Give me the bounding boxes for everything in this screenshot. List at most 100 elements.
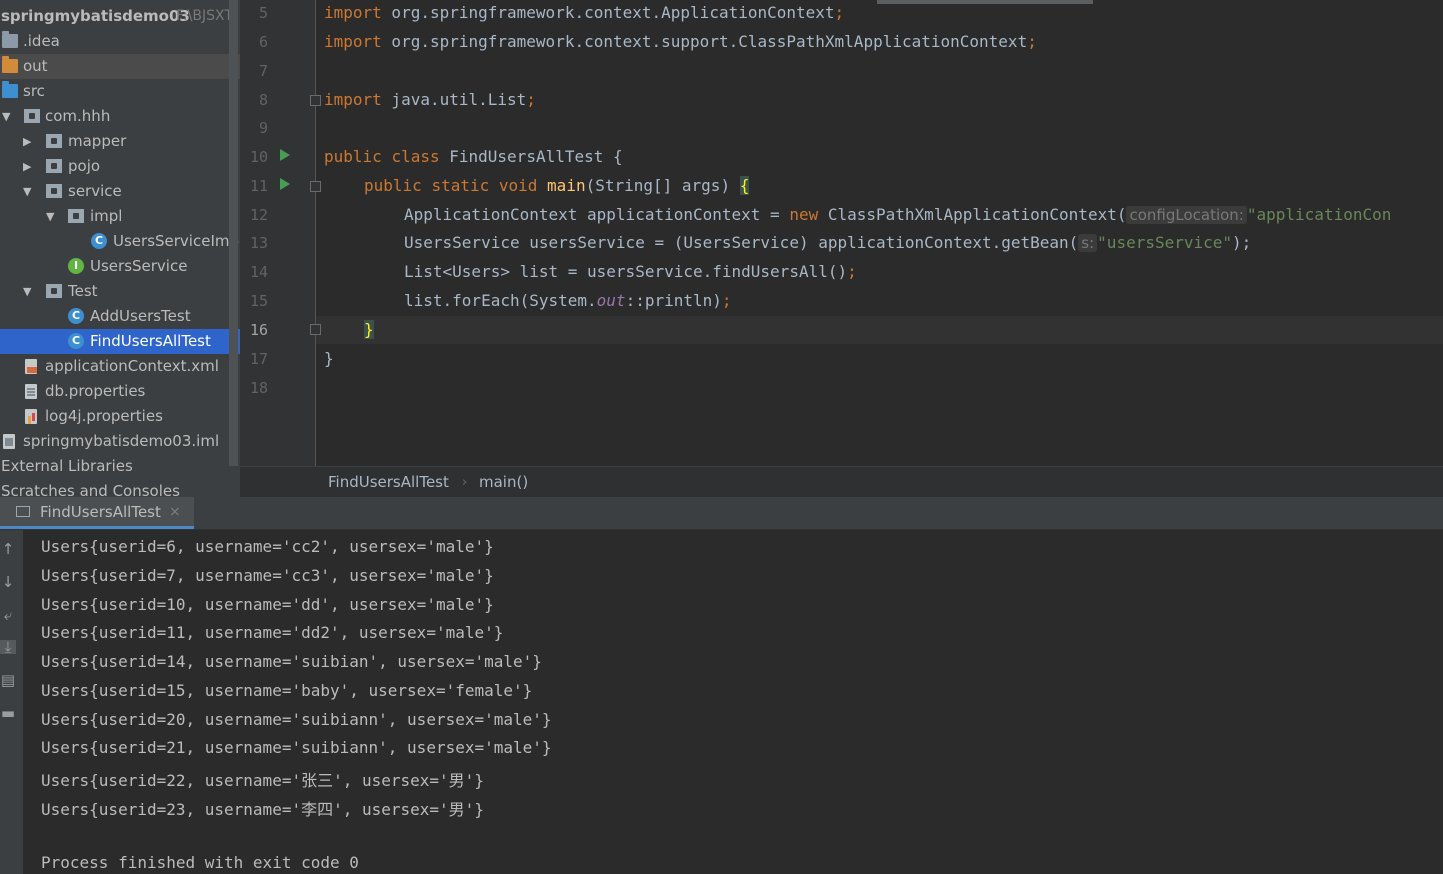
tree-item-label: com.hhh [45,107,111,125]
brace-match: { [739,176,750,195]
keyword: public [324,147,382,166]
fold-icon[interactable] [310,181,321,192]
print-icon[interactable]: ▤ [0,673,16,688]
line-number: 7 [258,62,268,80]
tree-item-service[interactable]: ▼ service [0,179,240,204]
package-icon [46,284,62,298]
current-line-highlight [316,316,1443,344]
tree-item-impl[interactable]: ▼ impl [0,204,240,229]
line-number: 18 [249,379,268,397]
tree-item-label: External Libraries [1,457,133,475]
run-config-icon [16,506,30,517]
line-number: 9 [258,119,268,137]
close-icon[interactable]: × [169,497,181,527]
code-text: org.springframework.context.support.Clas… [381,32,1028,51]
run-class-icon[interactable] [280,149,290,161]
tree-item-label: FindUsersAllTest [90,332,211,350]
console-line: Users{userid=10, username='dd', usersex=… [41,595,494,614]
tree-item-usersserviceimpl[interactable]: C UsersServiceImpl [0,229,240,254]
project-scrollbar[interactable] [229,0,238,466]
tree-item-applicationcontext-xml[interactable]: applicationContext.xml [0,354,240,379]
code-text: UsersService usersService = (UsersServic… [404,233,1079,252]
project-root-path: F:\BJSXT [176,8,233,24]
tree-item-label: db.properties [45,382,146,400]
code-line-8: import java.util.List; [324,90,536,109]
brace-match: } [364,320,374,339]
line-number: 6 [258,33,268,51]
run-tab[interactable]: FindUsersAllTest × [0,497,194,529]
fold-icon[interactable] [310,95,321,106]
keyword: public [364,176,422,195]
line-number: 14 [249,263,268,281]
chevron-down-icon[interactable]: ▼ [46,204,54,229]
scroll-to-end-icon[interactable]: ⤓ [0,640,16,655]
tree-item-out[interactable]: out [0,54,240,79]
code-text: (String[] args) [585,176,740,195]
tree-item-test[interactable]: ▼ Test [0,279,240,304]
code-line-13: UsersService usersService = (UsersServic… [404,233,1251,252]
tree-item-iml[interactable]: springmybatisdemo03.iml [0,429,240,454]
tree-item-root[interactable]: springmybatisdemo03 F:\BJSXT [0,4,240,29]
console-line: Users{userid=6, username='cc2', usersex=… [41,537,494,556]
tree-item-log4j-properties[interactable]: log4j.properties [0,404,240,429]
code-line-11: public static void main(String[] args) { [364,176,750,195]
console-output[interactable]: Users{userid=6, username='cc2', usersex=… [23,530,1443,874]
gutter-divider [315,0,316,466]
code-editor[interactable]: 5 6 7 8 9 10 11 12 13 14 15 16 17 18 imp… [240,0,1443,466]
class-name: FindUsersAllTest [449,147,604,166]
interface-icon: I [68,258,84,274]
brace: } [324,349,334,368]
tree-item-idea[interactable]: .idea [0,29,240,54]
chevron-down-icon[interactable]: ▼ [2,104,10,129]
code-text: list.forEach(System. [404,291,597,310]
tree-item-db-properties[interactable]: db.properties [0,379,240,404]
tree-item-scratches[interactable]: Scratches and Consoles [0,479,240,497]
tree-item-label: AddUsersTest [90,307,191,325]
log4j-file-icon [25,409,37,424]
tree-item-usersservice[interactable]: I UsersService [0,254,240,279]
keyword: import [324,3,382,22]
trash-icon[interactable]: ▬ [0,706,16,721]
tree-item-label: out [23,57,48,75]
chevron-right-icon[interactable]: ▶ [23,154,31,179]
line-number: 13 [249,234,268,252]
line-number: 11 [249,177,268,195]
breadcrumb: FindUsersAllTest › main() [240,466,1443,498]
semicolon: ; [834,3,845,22]
tree-item-adduserstest[interactable]: C AddUsersTest [0,304,240,329]
fold-icon[interactable] [310,324,321,335]
string-literal: "usersService" [1097,233,1233,252]
folder-icon [2,56,18,73]
line-number: 8 [258,91,268,109]
tree-item-pojo[interactable]: ▶ pojo [0,154,240,179]
breadcrumb-method[interactable]: main() [479,467,528,498]
folder-icon [2,31,18,48]
tree-item-src[interactable]: src [0,79,240,104]
run-main-icon[interactable] [280,178,290,190]
class-icon: C [91,233,107,249]
line-number: 12 [249,206,268,224]
breadcrumb-class[interactable]: FindUsersAllTest [328,467,449,498]
tree-item-external-libraries[interactable]: External Libraries [0,454,240,479]
xml-file-icon [25,359,37,374]
keyword: import [324,32,382,51]
tree-item-label: mapper [68,132,127,150]
tree-item-label: .idea [23,32,60,50]
method-name: main [547,176,586,195]
chevron-down-icon[interactable]: ▼ [23,179,31,204]
arrow-down-icon[interactable]: ↓ [0,575,16,590]
tree-item-label: src [23,82,45,100]
semicolon: ; [847,262,857,281]
tree-item-com-hhh[interactable]: ▼ com.hhh [0,104,240,129]
arrow-up-icon[interactable]: ↑ [0,542,16,557]
soft-wrap-icon[interactable]: ⤶ [0,608,16,623]
console-line: Users{userid=15, username='baby', userse… [41,681,533,700]
folder-icon [2,81,18,98]
chevron-right-icon[interactable]: ▶ [23,129,31,154]
tree-item-finduserstest[interactable]: C FindUsersAllTest [0,329,240,354]
tree-item-mapper[interactable]: ▶ mapper [0,129,240,154]
semicolon: ; [1027,32,1037,51]
tree-item-label: applicationContext.xml [45,357,219,375]
chevron-down-icon[interactable]: ▼ [23,279,31,304]
editor-horizontal-scrollbar[interactable] [877,0,1093,4]
